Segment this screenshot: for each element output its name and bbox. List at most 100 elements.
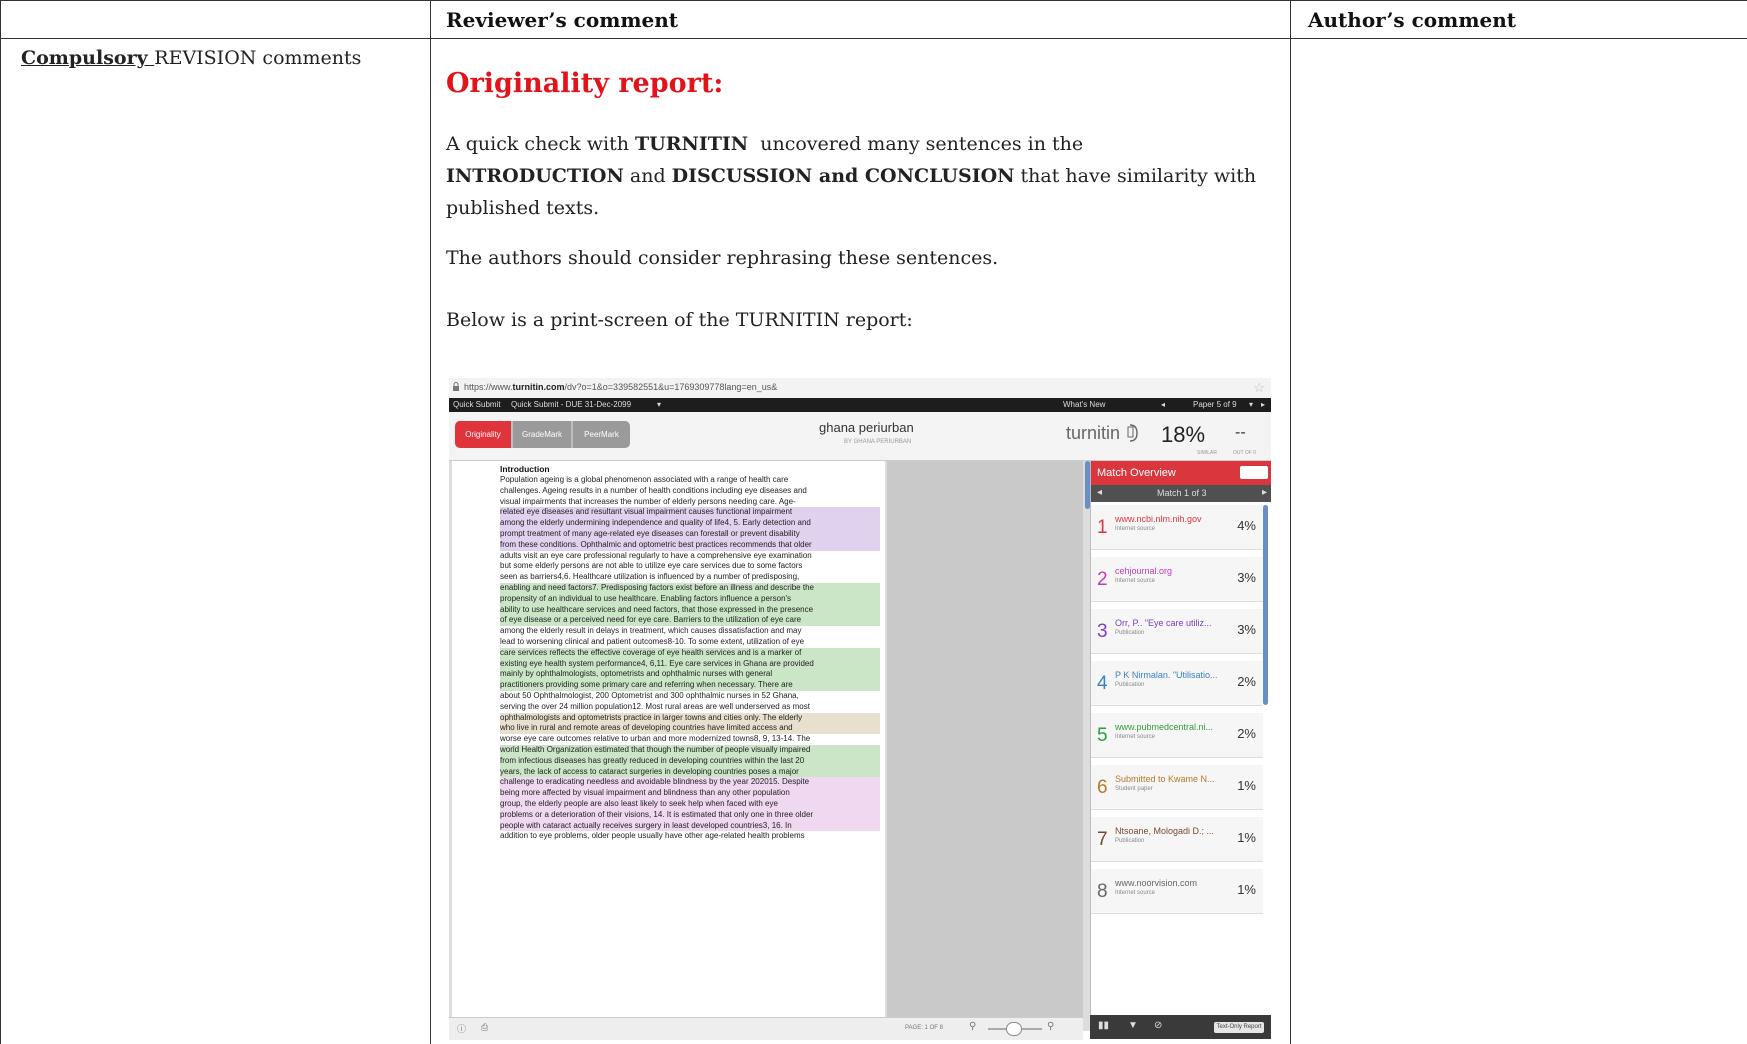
match-item[interactable]: 7 Ntsoane, Mologadi D.; ... Publication 1% [1091,817,1263,862]
prev-match-icon[interactable]: ◂ [1097,487,1102,498]
match-item[interactable]: 1 www.ncbi.nlm.nih.gov Internet source 4% [1091,505,1263,550]
whats-new-link[interactable]: What's New [1063,400,1105,409]
match-source[interactable]: www.noorvision.com [1115,878,1197,888]
doc-line: from infectious diseases has greatly red… [500,755,880,767]
match-source-type: Internet source [1115,526,1156,532]
match-source[interactable]: P K Nirmalan. "Utilisatio... [1115,670,1218,680]
grade-out-of: -- [1235,424,1246,441]
turnitin-screenshot: https://www.turnitin.com/dv?o=1&o=339582… [449,378,1271,1040]
match-percent: 1% [1237,882,1256,897]
table-border-top [0,0,1747,1]
doc-line: among the elderly undermining independen… [500,518,880,529]
p1-introduction: INTRODUCTION [446,165,624,187]
doc-line: related eye diseases and resultant visua… [500,507,880,519]
next-paper-icon[interactable]: ▸ [1261,400,1265,409]
doc-line: practitioners providing some primary car… [500,680,880,691]
doc-line: challenge to eradicating needless and av… [500,777,880,789]
p1-h: published texts. [446,197,600,219]
doc-line: of eye disease or a perceived need for e… [500,615,880,627]
doc-line: problems or a deterioration of their vis… [500,809,880,821]
match-navigator: ◂ Match 1 of 3 ▸ [1091,485,1271,502]
doc-line: propensity of an individual to use healt… [500,593,880,605]
match-percent: 1% [1237,830,1256,845]
bar-chart-icon[interactable]: ▮▮ [1098,1020,1109,1031]
url-rest: /dv?o=1&o=339582551&u=1769309778lang=en_… [564,382,778,392]
review-paragraph-1: A quick check with TURNITIN uncovered ma… [446,128,1276,224]
header-divider [0,38,1747,39]
match-percent: 2% [1237,674,1256,689]
doc-line: enabling and need factors7. Predisposing… [500,582,880,594]
match-source[interactable]: Ntsoane, Mologadi D.; ... [1115,826,1214,836]
match-number: 4 [1097,673,1108,694]
match-percent: 4% [1237,518,1256,533]
row-label-rest: REVISION comments [154,47,362,69]
match-percent: 3% [1237,622,1256,637]
match-list-scrollbar[interactable] [1263,505,1268,705]
p1-turnitin: TURNITIN [635,133,749,155]
document-title: ghana periurban [819,420,914,435]
table-border-left [0,0,1,1044]
p1-a: A quick check with [446,133,635,155]
dropdown-caret-icon[interactable]: ▾ [657,400,661,409]
match-source-type: Publication [1115,630,1145,636]
prev-paper-icon[interactable]: ◂ [1161,400,1165,409]
match-item[interactable]: 2 cehjournal.org Internet source 3% [1091,557,1263,602]
mode-tabs: Originality GradeMark PeerMark [455,421,630,448]
info-icon[interactable]: ⓘ [457,1022,466,1035]
match-percent: 1% [1237,778,1256,793]
match-overview-panel: Match Overview ◂ Match 1 of 3 ▸ 1 www.ncb… [1090,461,1271,1031]
match-number: 6 [1097,777,1108,798]
match-source[interactable]: cehjournal.org [1115,566,1172,576]
view-toggle-buttons[interactable] [1240,466,1268,479]
row-label: Compulsory REVISION comments [21,42,361,74]
tab-grademark[interactable]: GradeMark [513,421,571,448]
document-body: Population ageing is a global phenomenon… [500,475,880,842]
quick-submit-due[interactable]: Quick Submit - DUE 31-Dec-2099 [511,400,631,409]
match-source-type: Internet source [1115,734,1156,740]
document-author: BY GHANA PERIURBAN [844,439,912,445]
similarity-percent[interactable]: 18% [1161,422,1205,448]
url-domain: turnitin.com [512,382,565,392]
match-overview-header: Match Overview [1091,461,1271,485]
doc-line: serving the over 24 million population12… [500,701,810,711]
tab-originality[interactable]: Originality [455,421,511,448]
match-source[interactable]: Submitted to Kwame N... [1115,774,1215,784]
zoom-slider-knob[interactable] [1006,1022,1022,1036]
viewer-bottom-bar: ⓘ ⎙ PAGE: 1 OF 8 ⚲ ⚲ [449,1017,1083,1040]
panel-toolbar: ▮▮ ▼ ⊘ Text-Only Report [1090,1015,1271,1039]
match-source-type: Internet source [1115,890,1156,896]
similar-label: SIMILAR [1197,450,1218,456]
zoom-out-icon[interactable]: ⚲ [969,1021,976,1032]
match-number: 7 [1097,829,1108,850]
next-match-icon[interactable]: ▸ [1262,487,1267,498]
star-icon[interactable]: ☆ [1253,380,1265,396]
zoom-in-icon[interactable]: ⚲ [1047,1021,1054,1032]
match-item[interactable]: 5 www.pubmedcentral.ni... Internet source 2… [1091,713,1263,758]
match-source[interactable]: Orr, P.. "Eye care utiliz... [1115,618,1212,628]
match-source[interactable]: www.pubmedcentral.ni... [1115,722,1213,732]
match-percent: 3% [1237,570,1256,585]
match-source[interactable]: www.ncbi.nlm.nih.gov [1115,514,1202,524]
out-of-label: OUT OF 0 [1233,450,1256,456]
originality-heading: Originality report: [446,68,724,99]
browser-url-bar[interactable]: https://www.turnitin.com/dv?o=1&o=339582… [449,378,1271,399]
doc-line: lead to worsening clinical and patient o… [500,636,805,646]
p1-e: and [623,165,672,187]
doc-line: being more affected by visual impairment… [500,788,880,799]
doc-line: adults visit an eye care professional re… [500,550,812,560]
match-item[interactable]: 3 Orr, P.. "Eye care utiliz... Publication… [1091,609,1263,654]
match-source-type: Publication [1115,838,1145,844]
exclude-icon[interactable]: ⊘ [1154,1020,1162,1031]
filter-icon[interactable]: ▼ [1128,1020,1138,1031]
print-icon[interactable]: ⎙ [481,1022,488,1033]
text-only-report-button[interactable]: Text-Only Report [1214,1022,1264,1033]
match-item[interactable]: 4 P K Nirmalan. "Utilisatio... Publication… [1091,661,1263,706]
doc-line: people with cataract actually receives s… [500,820,880,832]
match-source-type: Student paper [1115,786,1153,792]
quick-submit-link[interactable]: Quick Submit [453,400,501,409]
match-item[interactable]: 8 www.noorvision.com Internet source 1% [1091,869,1263,914]
tab-peermark[interactable]: PeerMark [573,421,630,448]
doc-line: ability to use healthcare services and n… [500,604,880,616]
paper-dropdown-icon[interactable]: ▾ [1249,400,1253,409]
match-item[interactable]: 6 Submitted to Kwame N... Student paper 1% [1091,765,1263,810]
